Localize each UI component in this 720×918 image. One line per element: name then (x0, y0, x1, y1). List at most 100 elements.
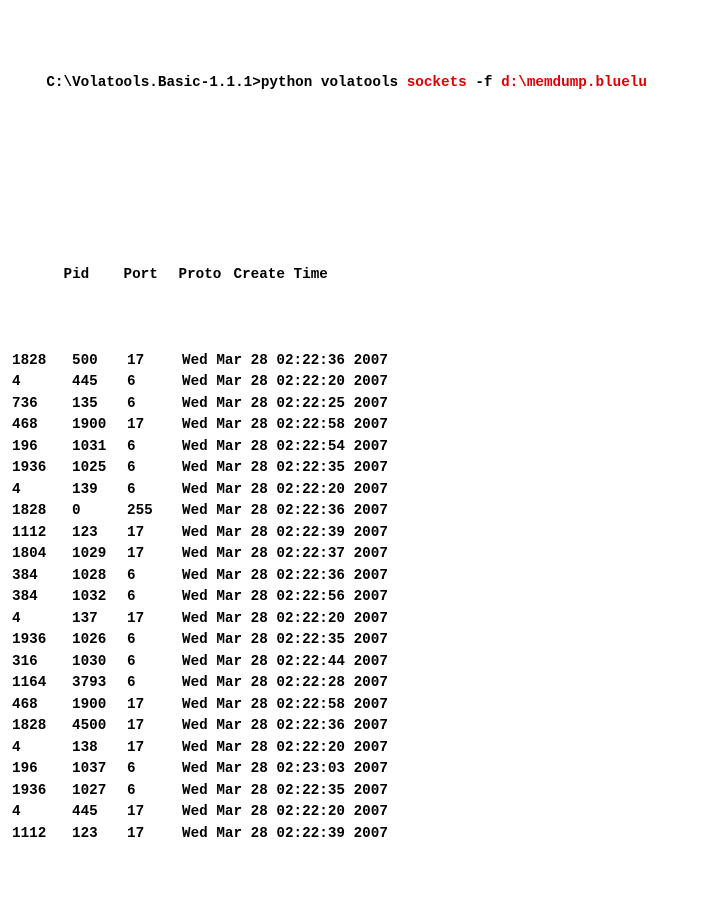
cell-pid: 384 (12, 587, 72, 609)
cell-port: 135 (72, 394, 127, 416)
cell-pid: 4 (12, 738, 72, 760)
cell-proto: 17 (127, 716, 182, 738)
cell-pid: 1936 (12, 630, 72, 652)
cell-pid: 1828 (12, 351, 72, 373)
cell-pid: 4 (12, 480, 72, 502)
cell-port: 3793 (72, 673, 127, 695)
cell-port: 4500 (72, 716, 127, 738)
col-header-port: Port (123, 265, 178, 287)
cell-proto: 17 (127, 415, 182, 437)
prompt-cwd: C:\Volatools.Basic-1.1.1> (46, 75, 261, 91)
cell-proto: 6 (127, 673, 182, 695)
table-row: 116437936Wed Mar 28 02:22:28 2007 (12, 673, 708, 695)
cell-port: 1900 (72, 415, 127, 437)
cell-time: Wed Mar 28 02:22:20 2007 (182, 609, 388, 631)
cell-time: Wed Mar 28 02:22:25 2007 (182, 394, 388, 416)
cell-port: 445 (72, 372, 127, 394)
cell-port: 123 (72, 523, 127, 545)
cell-proto: 17 (127, 802, 182, 824)
cell-time: Wed Mar 28 02:22:20 2007 (182, 738, 388, 760)
table-row: 18280255Wed Mar 28 02:22:36 2007 (12, 501, 708, 523)
cell-pid: 1828 (12, 501, 72, 523)
cell-proto: 6 (127, 781, 182, 803)
table-row: 41396Wed Mar 28 02:22:20 2007 (12, 480, 708, 502)
cell-port: 138 (72, 738, 127, 760)
terminal-output: C:\Volatools.Basic-1.1.1>python volatool… (0, 0, 720, 918)
table-row: 444517Wed Mar 28 02:22:20 2007 (12, 802, 708, 824)
cell-proto: 17 (127, 695, 182, 717)
cell-proto: 255 (127, 501, 182, 523)
table-row: 19610316Wed Mar 28 02:22:54 2007 (12, 437, 708, 459)
col-header-pid: Pid (63, 265, 123, 287)
sockets-table: PidPortProtoCreate Time 182850017Wed Mar… (12, 200, 708, 888)
cell-port: 445 (72, 802, 127, 824)
cell-time: Wed Mar 28 02:22:39 2007 (182, 523, 388, 545)
cell-port: 1900 (72, 695, 127, 717)
cell-port: 0 (72, 501, 127, 523)
cell-pid: 1112 (12, 824, 72, 846)
table-row: 413717Wed Mar 28 02:22:20 2007 (12, 609, 708, 631)
table-row: 111212317Wed Mar 28 02:22:39 2007 (12, 523, 708, 545)
cell-proto: 17 (127, 609, 182, 631)
table-row: 38410286Wed Mar 28 02:22:36 2007 (12, 566, 708, 588)
cell-pid: 736 (12, 394, 72, 416)
cell-port: 1028 (72, 566, 127, 588)
cell-pid: 384 (12, 566, 72, 588)
table-row: 1828450017Wed Mar 28 02:22:36 2007 (12, 716, 708, 738)
col-header-proto: Proto (178, 265, 233, 287)
prompt-subcmd: sockets (407, 75, 476, 91)
cell-proto: 6 (127, 587, 182, 609)
cell-pid: 468 (12, 695, 72, 717)
cell-time: Wed Mar 28 02:22:20 2007 (182, 802, 388, 824)
cell-time: Wed Mar 28 02:22:39 2007 (182, 824, 388, 846)
cell-port: 1027 (72, 781, 127, 803)
prompt-arg: d:\memdump.bluelu (501, 75, 647, 91)
table-row: 111212317Wed Mar 28 02:22:39 2007 (12, 824, 708, 846)
cell-time: Wed Mar 28 02:22:35 2007 (182, 458, 388, 480)
cell-time: Wed Mar 28 02:22:36 2007 (182, 501, 388, 523)
cell-proto: 6 (127, 394, 182, 416)
table-row: 193610276Wed Mar 28 02:22:35 2007 (12, 781, 708, 803)
cell-pid: 196 (12, 759, 72, 781)
cell-proto: 6 (127, 458, 182, 480)
cell-time: Wed Mar 28 02:22:56 2007 (182, 587, 388, 609)
cell-pid: 468 (12, 415, 72, 437)
table-row: 31610306Wed Mar 28 02:22:44 2007 (12, 652, 708, 674)
cell-port: 1032 (72, 587, 127, 609)
table-row: 193610256Wed Mar 28 02:22:35 2007 (12, 458, 708, 480)
table-row: 468190017Wed Mar 28 02:22:58 2007 (12, 415, 708, 437)
cell-time: Wed Mar 28 02:22:44 2007 (182, 652, 388, 674)
cell-pid: 1112 (12, 523, 72, 545)
cell-time: Wed Mar 28 02:22:36 2007 (182, 566, 388, 588)
cell-port: 123 (72, 824, 127, 846)
cell-port: 1030 (72, 652, 127, 674)
cell-pid: 196 (12, 437, 72, 459)
cell-proto: 6 (127, 437, 182, 459)
cell-port: 1037 (72, 759, 127, 781)
cell-time: Wed Mar 28 02:22:54 2007 (182, 437, 388, 459)
cell-time: Wed Mar 28 02:22:58 2007 (182, 415, 388, 437)
table-row: 7361356Wed Mar 28 02:22:25 2007 (12, 394, 708, 416)
prompt-cmd: python volatools (261, 75, 407, 91)
cell-port: 137 (72, 609, 127, 631)
cell-pid: 1164 (12, 673, 72, 695)
cell-time: Wed Mar 28 02:22:35 2007 (182, 630, 388, 652)
cell-port: 139 (72, 480, 127, 502)
cell-port: 1026 (72, 630, 127, 652)
cell-proto: 6 (127, 480, 182, 502)
cell-time: Wed Mar 28 02:22:36 2007 (182, 351, 388, 373)
cell-time: Wed Mar 28 02:23:03 2007 (182, 759, 388, 781)
cell-proto: 6 (127, 372, 182, 394)
col-header-time: Create Time (233, 265, 327, 287)
cell-time: Wed Mar 28 02:22:37 2007 (182, 544, 388, 566)
cell-pid: 4 (12, 802, 72, 824)
table-row: 38410326Wed Mar 28 02:22:56 2007 (12, 587, 708, 609)
cell-port: 1031 (72, 437, 127, 459)
cell-port: 1025 (72, 458, 127, 480)
table-row: 413817Wed Mar 28 02:22:20 2007 (12, 738, 708, 760)
table-row: 44456Wed Mar 28 02:22:20 2007 (12, 372, 708, 394)
cell-time: Wed Mar 28 02:22:28 2007 (182, 673, 388, 695)
table-row: 182850017Wed Mar 28 02:22:36 2007 (12, 351, 708, 373)
cell-proto: 6 (127, 566, 182, 588)
prompt-flag: -f (475, 75, 501, 91)
